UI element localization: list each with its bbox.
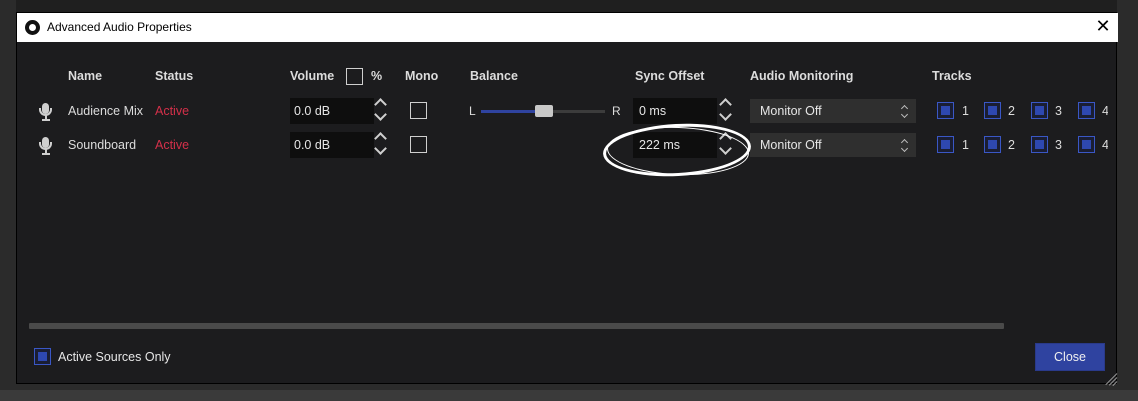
sync-offset-spinner[interactable] xyxy=(719,96,735,126)
microphone-icon[interactable] xyxy=(39,103,53,121)
app-logo-icon xyxy=(25,20,40,35)
track-1-label: 1 xyxy=(962,138,969,152)
sync-offset-spinner[interactable] xyxy=(719,130,735,160)
close-icon[interactable]: ✕ xyxy=(1091,15,1115,39)
audio-source-row: Audience Mix Active 0.0 dB L R 0 ms Moni… xyxy=(17,96,1118,126)
mono-checkbox[interactable] xyxy=(410,136,427,153)
resize-grip-icon[interactable] xyxy=(1103,369,1118,387)
track-1-checkbox[interactable] xyxy=(937,136,954,153)
source-status: Active xyxy=(155,104,190,118)
track-4-checkbox[interactable] xyxy=(1078,102,1095,119)
background-right xyxy=(1117,0,1138,401)
header-status: Status xyxy=(155,69,194,83)
horizontal-scrollbar[interactable] xyxy=(29,323,1004,329)
track-2-label: 2 xyxy=(1008,138,1015,152)
audio-monitoring-select[interactable]: Monitor Off xyxy=(750,133,916,157)
track-3-checkbox[interactable] xyxy=(1031,102,1048,119)
volume-spinner[interactable] xyxy=(374,130,390,160)
sync-offset-input[interactable]: 0 ms xyxy=(633,98,717,124)
header-volume: Volume xyxy=(290,69,335,83)
spin-down-icon[interactable] xyxy=(374,142,387,155)
source-status: Active xyxy=(155,138,190,152)
spin-down-icon[interactable] xyxy=(719,142,732,155)
source-name: Audience Mix xyxy=(68,104,144,118)
balance-left-label: L xyxy=(469,104,476,118)
audio-monitoring-value: Monitor Off xyxy=(760,138,822,152)
track-2-checkbox[interactable] xyxy=(984,136,1001,153)
volume-spinner[interactable] xyxy=(374,96,390,126)
volume-input[interactable]: 0.0 dB xyxy=(290,98,374,124)
header-name: Name xyxy=(68,69,103,83)
close-button[interactable]: Close xyxy=(1035,343,1105,371)
spin-down-icon[interactable] xyxy=(719,108,732,121)
title-bar: Advanced Audio Properties ✕ xyxy=(17,13,1118,42)
track-2-checkbox[interactable] xyxy=(984,102,1001,119)
track-4-checkbox[interactable] xyxy=(1078,136,1095,153)
sync-offset-input[interactable]: 222 ms xyxy=(633,132,717,158)
active-sources-only-label[interactable]: Active Sources Only xyxy=(58,350,171,364)
track-1-label: 1 xyxy=(962,104,969,118)
source-name: Soundboard xyxy=(68,138,137,152)
track-3-checkbox[interactable] xyxy=(1031,136,1048,153)
balance-right-label: R xyxy=(612,104,621,118)
taskbar-strip xyxy=(0,390,1138,401)
header-mono: Mono xyxy=(405,69,439,83)
advanced-audio-properties-dialog: Advanced Audio Properties ✕ Name Status … xyxy=(16,12,1118,387)
track-4-label: 4 xyxy=(1102,104,1108,118)
volume-input[interactable]: 0.0 dB xyxy=(290,132,374,158)
audio-monitoring-value: Monitor Off xyxy=(760,104,822,118)
balance-slider-handle[interactable] xyxy=(535,105,553,117)
chevron-updown-icon xyxy=(900,103,910,119)
header-sync-offset: Sync Offset xyxy=(635,69,705,83)
track-3-label: 3 xyxy=(1055,104,1062,118)
mono-checkbox[interactable] xyxy=(410,102,427,119)
background-left xyxy=(0,0,16,401)
microphone-icon[interactable] xyxy=(39,137,53,155)
window-title: Advanced Audio Properties xyxy=(47,20,192,34)
track-3-label: 3 xyxy=(1055,138,1062,152)
spin-down-icon[interactable] xyxy=(374,108,387,121)
audio-source-row: Soundboard Active 0.0 dB 222 ms Monitor … xyxy=(17,130,1118,160)
track-4-label: 4 xyxy=(1102,138,1108,152)
audio-monitoring-select[interactable]: Monitor Off xyxy=(750,99,916,123)
header-tracks: Tracks xyxy=(932,69,972,83)
track-2-label: 2 xyxy=(1008,104,1015,118)
header-percent: % xyxy=(371,69,383,83)
balance-slider-fill xyxy=(481,110,543,113)
header-audio-monitoring: Audio Monitoring xyxy=(750,69,854,83)
chevron-updown-icon xyxy=(900,137,910,153)
header-balance: Balance xyxy=(470,69,518,83)
volume-percent-checkbox[interactable] xyxy=(346,68,363,85)
active-sources-only-checkbox[interactable] xyxy=(34,348,51,365)
track-1-checkbox[interactable] xyxy=(937,102,954,119)
